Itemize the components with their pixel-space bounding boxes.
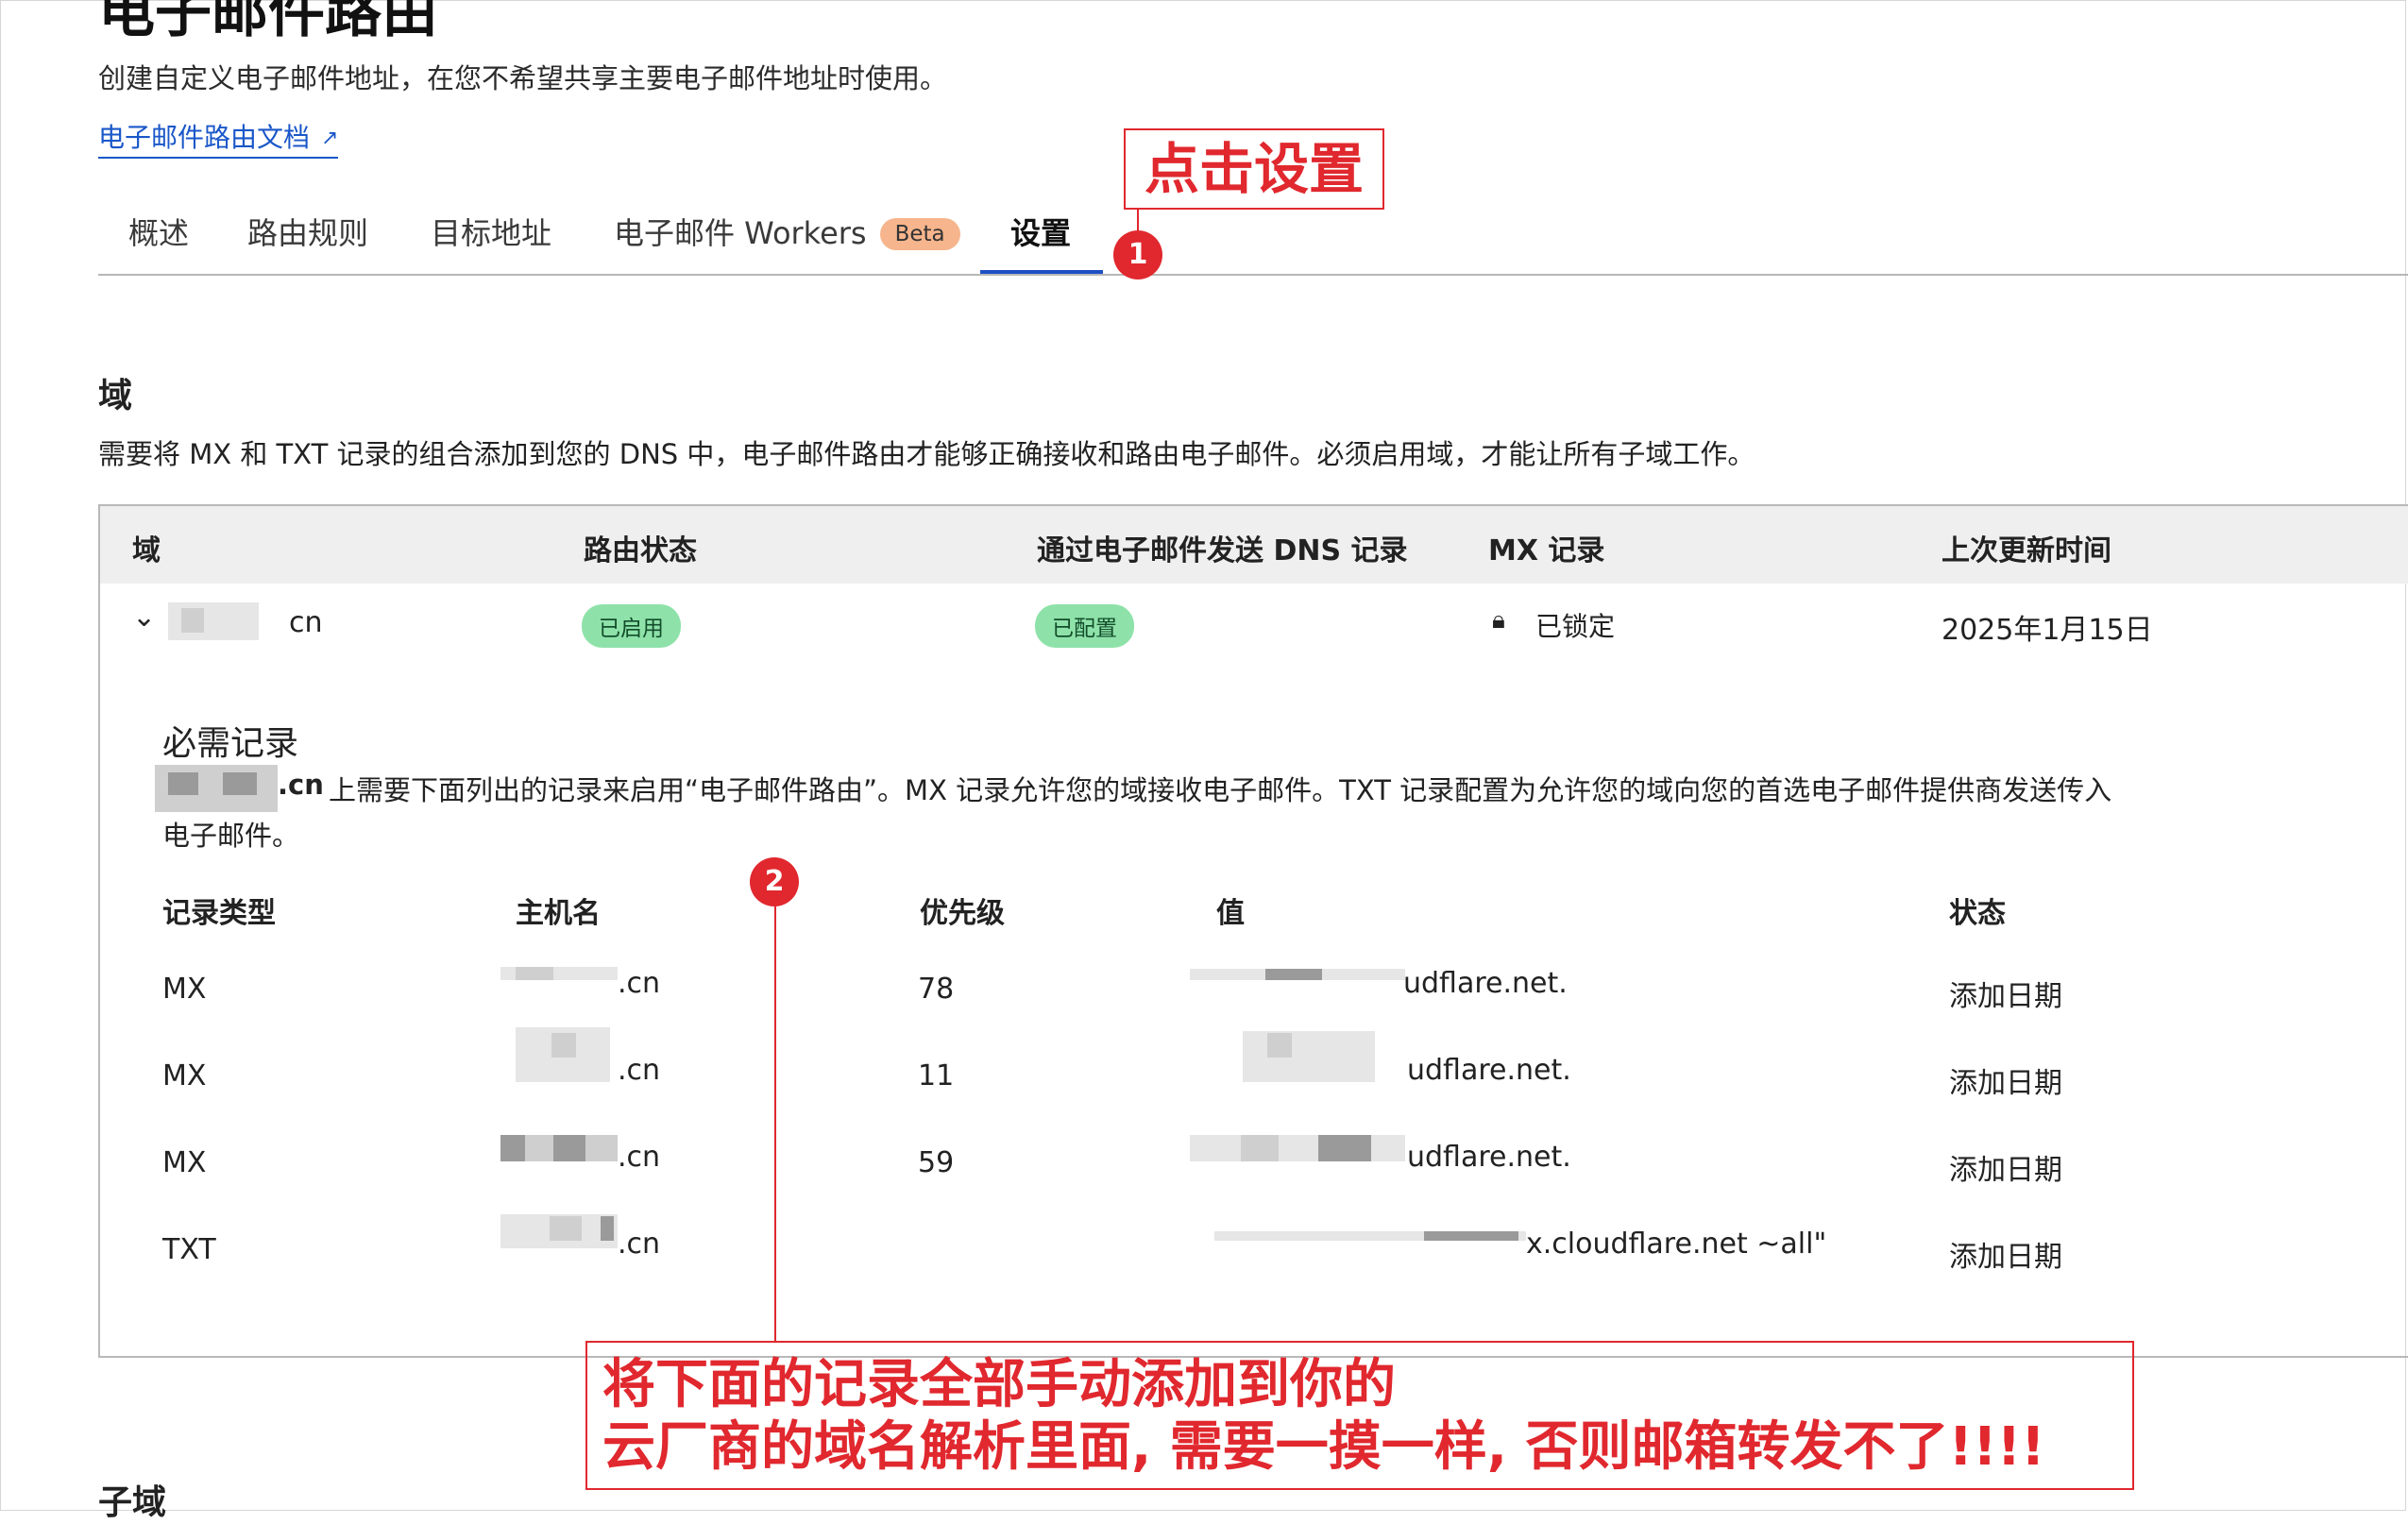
tab-settings[interactable]: 设置 [1010, 210, 1071, 253]
record-hostname[interactable]: .cn [618, 1141, 660, 1174]
column-header-mx-record: MX 记录 [1488, 534, 1605, 567]
annotation-step-1-badge: 1 [1113, 230, 1162, 279]
redacted-value-block [1265, 969, 1322, 980]
redacted-value-block [1318, 1135, 1371, 1161]
chevron-down-icon[interactable]: ⌄ [132, 601, 156, 634]
redacted-domain-2-block [168, 772, 198, 795]
record-status: 添加日期 [1949, 980, 2062, 1013]
column-header-routing-status: 路由状态 [584, 534, 697, 567]
record-type: MX [162, 973, 207, 1006]
record-type: MX [162, 1059, 207, 1092]
lock-icon: 🔒︎ [1492, 606, 1505, 635]
required-records-title: 必需记录 [162, 724, 299, 763]
docs-link-label: 电子邮件路由文档 [98, 122, 311, 153]
page-title: 电子邮件路由 [98, 0, 438, 45]
annotation-copy-records: 将下面的记录全部手动添加到你的 云厂商的域名解析里面, 需要一摸一样, 否则邮箱… [585, 1341, 2134, 1490]
external-link-icon: ↗ [321, 127, 339, 150]
record-priority: 11 [918, 1059, 955, 1092]
tab-overview[interactable]: 概述 [128, 210, 189, 253]
record-status: 添加日期 [1949, 1241, 2062, 1274]
annotation-step-2-badge: 2 [750, 857, 799, 906]
beta-badge: Beta [879, 218, 960, 250]
column-header-value: 值 [1216, 897, 1245, 930]
subdomain-section-title: 子域 [98, 1483, 167, 1522]
mx-record-status: 已锁定 [1535, 611, 1616, 642]
redacted-domain-block [181, 608, 204, 633]
column-header-hostname: 主机名 [516, 897, 601, 930]
record-value[interactable]: udflare.net. [1403, 967, 1568, 1000]
annotation-click-settings: 点击设置 [1124, 128, 1384, 210]
record-status: 添加日期 [1949, 1067, 2062, 1100]
redacted-value-block [1424, 1231, 1518, 1241]
redacted-value [1190, 1135, 1405, 1161]
column-header-status: 状态 [1949, 897, 2006, 930]
record-status: 添加日期 [1949, 1154, 2062, 1187]
annotation-line-2: 云厂商的域名解析里面, 需要一摸一样, 否则邮箱转发不了!!!! [602, 1416, 2045, 1478]
redacted-hostname-block [550, 1216, 582, 1241]
tab-email-workers[interactable]: 电子邮件 Workers Beta [614, 210, 960, 253]
required-records-description: 上需要下面列出的记录来启用“电子邮件路由”。MX 记录允许您的域接收电子邮件。T… [329, 774, 2112, 806]
tab-divider [98, 274, 2408, 276]
column-header-dns-records: 通过电子邮件发送 DNS 记录 [1037, 534, 1408, 567]
required-records-description-cont: 电子邮件。 [162, 820, 300, 852]
tab-routing-rules[interactable]: 路由规则 [247, 210, 368, 253]
redacted-value [1243, 1031, 1375, 1082]
docs-link[interactable]: 电子邮件路由文档 ↗ [98, 117, 339, 159]
redacted-hostname-block [553, 1135, 585, 1161]
record-hostname[interactable]: .cn [618, 1054, 660, 1087]
column-header-domain: 域 [132, 534, 161, 567]
record-value[interactable]: udflare.net. [1407, 1054, 1571, 1087]
redacted-hostname-block [516, 967, 553, 980]
record-type: TXT [162, 1233, 216, 1266]
domain-table: 域 路由状态 通过电子邮件发送 DNS 记录 MX 记录 上次更新时间 ⌄ cn… [98, 504, 2408, 1358]
record-hostname[interactable]: .cn [618, 967, 660, 1000]
annotation-connector-2 [774, 906, 776, 1341]
record-priority: 78 [918, 973, 955, 1006]
required-records-domain: .cn [278, 769, 324, 801]
redacted-domain-2-block [223, 772, 257, 795]
dns-records-status-badge: 已配置 [1035, 604, 1134, 648]
record-hostname[interactable]: .cn [618, 1228, 660, 1261]
redacted-hostname-block [601, 1216, 614, 1241]
page-subtitle: 创建自定义电子邮件地址，在您不希望共享主要电子邮件地址时使用。 [98, 62, 948, 94]
record-value[interactable]: x.cloudflare.net ~all" [1526, 1228, 1826, 1261]
domain-section-description: 需要将 MX 和 TXT 记录的组合添加到您的 DNS 中，电子邮件路由才能够正… [98, 438, 1755, 470]
domain-name[interactable]: cn [289, 606, 323, 639]
redacted-value-block [1267, 1033, 1292, 1058]
redacted-hostname-block [551, 1033, 576, 1058]
domain-table-header: 域 路由状态 通过电子邮件发送 DNS 记录 MX 记录 上次更新时间 [100, 506, 2408, 584]
last-updated-date: 2025年1月15日 [1942, 614, 2153, 647]
domain-section-title: 域 [98, 377, 133, 415]
routing-status-badge: 已启用 [582, 604, 681, 648]
record-type: MX [162, 1146, 207, 1179]
column-header-last-updated: 上次更新时间 [1942, 534, 2111, 567]
record-value[interactable]: udflare.net. [1407, 1141, 1571, 1174]
annotation-line-1: 将下面的记录全部手动添加到你的 [602, 1354, 1396, 1415]
column-header-record-type: 记录类型 [162, 897, 276, 930]
column-header-priority: 优先级 [920, 897, 1005, 930]
record-priority: 59 [918, 1146, 955, 1179]
redacted-hostname-block [500, 1135, 525, 1161]
tab-email-workers-label: 电子邮件 Workers [614, 215, 867, 251]
tab-destination-addresses[interactable]: 目标地址 [431, 210, 551, 253]
redacted-value-block [1241, 1135, 1279, 1161]
